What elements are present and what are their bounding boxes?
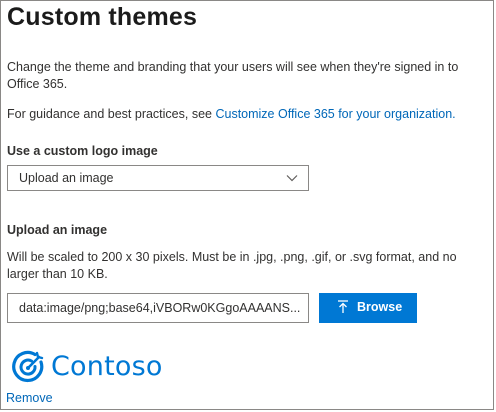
- file-path-field[interactable]: data:image/png;base64,iVBORw0KGgoAAAANS.…: [7, 293, 309, 323]
- guidance-text: For guidance and best practices, see Cus…: [7, 106, 456, 123]
- browse-label: Browse: [357, 300, 403, 314]
- dropdown-selected-value: Upload an image: [19, 171, 114, 185]
- guidance-prefix: For guidance and best practices, see: [7, 107, 216, 121]
- browse-button[interactable]: Browse: [319, 293, 417, 323]
- logo-preview: Contoso: [11, 349, 163, 385]
- target-arrow-icon: [12, 350, 44, 383]
- guidance-link[interactable]: Customize Office 365 for your organizati…: [215, 107, 455, 121]
- file-path-value: data:image/png;base64,iVBORw0KGgoAAAANS.…: [19, 301, 301, 315]
- custom-themes-panel: Custom themes Change the theme and brand…: [0, 0, 494, 410]
- chevron-down-icon: [286, 175, 298, 182]
- custom-logo-label: Use a custom logo image: [7, 144, 158, 158]
- page-title: Custom themes: [7, 3, 198, 31]
- upload-description: Will be scaled to 200 x 30 pixels. Must …: [7, 250, 457, 281]
- logo-source-dropdown[interactable]: Upload an image: [7, 165, 309, 191]
- browse-button-content: Browse: [337, 300, 402, 314]
- page-description: Change the theme and branding that your …: [7, 60, 459, 91]
- upload-arrow-icon: [338, 300, 348, 313]
- upload-image-label: Upload an image: [7, 223, 108, 237]
- logo-text: Contoso: [51, 351, 163, 382]
- remove-logo-link[interactable]: Remove: [6, 390, 53, 407]
